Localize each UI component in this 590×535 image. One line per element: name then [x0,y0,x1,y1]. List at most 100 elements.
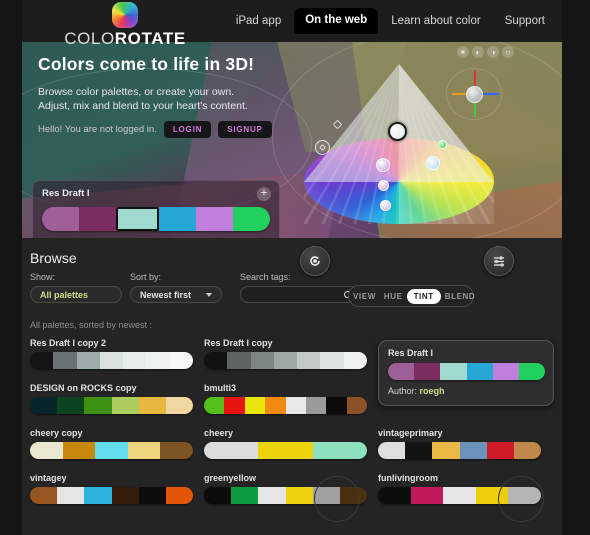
palette-name: bmulti3 [204,383,237,393]
axis-right-blue [483,93,499,95]
swatch-4[interactable] [195,207,233,231]
page-gutter-right [562,0,590,535]
author-value[interactable]: roegh [420,386,445,396]
search-label: Search tags: [240,272,291,282]
tab-blend[interactable]: BLEND [441,290,480,303]
palette-name: DESIGN on ROCKS copy [30,383,137,393]
highlight-card-title: Res Draft I [388,348,434,358]
palette-editor-title: Res Draft I [42,188,90,199]
cone-node-purple-3[interactable] [380,200,391,211]
swatch-3[interactable] [158,207,196,231]
ambient-icon[interactable]: ○ [502,46,514,58]
chevron-down-icon [206,292,212,297]
hero-login-status: Hello! You are not logged in. [38,124,157,135]
palette-editor-swatches[interactable] [42,207,270,231]
axis-up-red [474,71,476,87]
hero-copy: Colors come to life in 3D! Browse color … [38,54,272,138]
axis-down-green [474,102,476,117]
login-button[interactable]: LOGIN [163,121,212,138]
palette-editor-panel: Res Draft I + f ➜ ∷ i [32,180,280,238]
palette-item-cheery-copy[interactable]: cheery copy [30,428,204,459]
brightness-icon[interactable]: ☀ [457,46,469,58]
rotate-icon [310,256,320,266]
palette-colors[interactable] [204,442,367,459]
search-input[interactable] [240,286,358,303]
cone-node-purple-2[interactable] [378,180,389,191]
cone-node-purple-1[interactable] [376,158,390,172]
palette-item-design-on-rocks-copy[interactable]: DESIGN on ROCKS copy [30,383,204,414]
palette-colors[interactable] [30,487,193,504]
axis-gizmo-hub[interactable] [466,86,483,103]
tab-hue[interactable]: HUE [380,290,407,303]
tab-tint[interactable]: TINT [406,288,441,304]
palette-name: Res Draft I copy [204,338,273,348]
highlight-card-author: Author: roegh [388,386,544,396]
logo-text-rotate: ROTATE [114,29,186,48]
palette-item-vintagey[interactable]: vintagey [30,473,204,504]
hero-section: Colors come to life in 3D! Browse color … [22,42,562,238]
sort-select[interactable]: Newest first [130,286,222,303]
swatch-5[interactable] [233,207,270,231]
logo-text-colo: COLO [64,29,115,48]
logo-wordmark: COLOROTATE [40,29,210,49]
palette-name: cheery copy [30,428,83,438]
sort-label: Sort by: [130,272,162,282]
palette-colors[interactable] [30,397,193,414]
filter-fields-row: All palettes Newest first [30,286,360,303]
nav-item-support[interactable]: Support [494,9,556,33]
hero-subtext-line1: Browse color palettes, or create your ow… [38,86,235,98]
rainbow-diamond-logo-icon [112,2,138,28]
signup-button[interactable]: SIGNUP [218,121,272,138]
palette-colors[interactable] [378,442,541,459]
show-select[interactable]: All palettes [30,286,122,303]
browse-filters: Show: Sort by: Search tags: All palettes… [30,272,360,303]
adjust-sliders-button[interactable] [484,246,514,276]
nav-item-learn-about-color[interactable]: Learn about color [380,9,492,33]
cone-node-blue[interactable] [426,156,440,170]
palette-name: cheery [204,428,234,438]
color-cone-viewport[interactable]: ☀ ◐ ◑ ○ [252,42,552,238]
hero-subtext-line2: Adjust, mix and blend to your heart's co… [38,100,248,112]
palette-item-res-draft-i-copy-2[interactable]: Res Draft I copy 2 [30,338,204,369]
axis-left-yellow [452,93,467,95]
list-caption: All palettes, sorted by newest : [30,320,153,330]
rotate-button-halo [314,476,360,522]
main-nav: iPad app On the web Learn about color Su… [225,0,556,42]
site-logo[interactable]: COLOROTATE [40,2,210,49]
page-gutter-left [0,0,22,535]
palette-colors[interactable] [30,442,193,459]
hero-headline: Colors come to life in 3D! [38,54,255,74]
show-field-wrap: All palettes [30,286,130,303]
show-label: Show: [30,272,56,282]
palette-name: vintageprimary [378,428,443,438]
mode-tabs: VIEW HUE TINT BLEND [348,285,475,307]
palette-item-vintageprimary[interactable]: vintageprimary [378,428,552,459]
browse-title: Browse [30,250,77,266]
highlight-card-colors[interactable] [388,363,545,380]
contrast-half-icon[interactable]: ◐ [472,46,484,58]
rotate-view-button[interactable] [300,246,330,276]
cone-node-green[interactable] [438,140,447,149]
swatch-0[interactable] [42,207,80,231]
palette-colors[interactable] [204,397,367,414]
palette-highlight-card[interactable]: Res Draft I Author: roegh [378,340,554,406]
cone-node-selected[interactable] [388,122,407,141]
palette-colors[interactable] [204,352,367,369]
author-label: Author: [388,386,418,396]
palette-name: Res Draft I copy 2 [30,338,107,348]
site-header: COLOROTATE iPad app On the web Learn abo… [0,0,590,48]
hero-auth-row: Hello! You are not logged in. LOGIN SIGN… [38,121,272,138]
shade-icon[interactable]: ◑ [487,46,499,58]
swatch-2-selected[interactable] [116,207,159,231]
palette-item-bmulti3[interactable]: bmulti3 [204,383,378,414]
tab-view[interactable]: VIEW [349,290,380,303]
swatch-1[interactable] [79,207,117,231]
palette-item-res-draft-i-copy[interactable]: Res Draft I copy [204,338,378,369]
nav-item-ipad-app[interactable]: iPad app [225,9,292,33]
palette-colors[interactable] [30,352,193,369]
lighting-controls: ☀ ◐ ◑ ○ [457,46,514,58]
axis-gizmo[interactable] [444,68,504,120]
palette-item-cheery[interactable]: cheery [204,428,378,459]
nav-item-on-the-web[interactable]: On the web [294,8,379,34]
add-swatch-button[interactable]: + [257,187,271,201]
